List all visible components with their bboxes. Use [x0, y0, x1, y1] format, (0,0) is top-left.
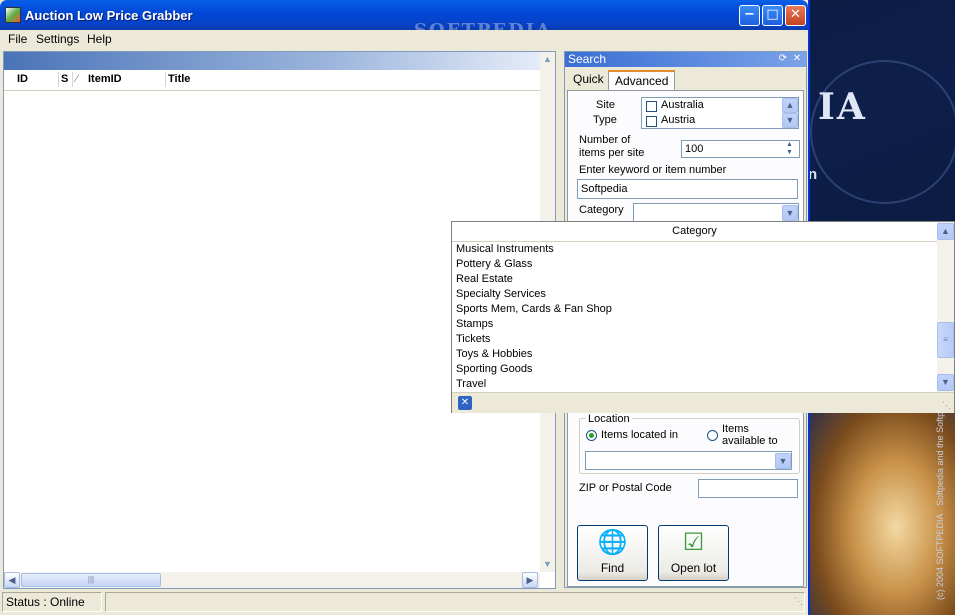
globe-search-icon: 🌐 — [597, 529, 628, 556]
pane-close-icon[interactable]: ✕ — [791, 53, 803, 65]
category-option[interactable]: Toys & Hobbies — [456, 347, 532, 362]
maximize-button[interactable]: □ — [762, 5, 783, 26]
site-austria-label: Austria — [661, 114, 696, 126]
find-button-label: Find — [600, 561, 625, 575]
zip-input[interactable] — [698, 479, 798, 498]
site-scroll-down-icon[interactable]: ▼ — [782, 113, 798, 128]
location-dropdown[interactable]: ▼ — [585, 451, 792, 470]
location-label: Location — [586, 413, 632, 425]
category-option[interactable]: Tickets — [456, 332, 490, 347]
checklist-icon: ☑ — [682, 529, 705, 556]
menu-file[interactable]: File — [8, 32, 27, 46]
category-option[interactable]: Musical Instruments — [456, 242, 554, 257]
scroll-right-icon[interactable]: ▶ — [522, 572, 538, 588]
category-popup-scrollbar[interactable]: ▲ ≡ ▼ — [937, 222, 954, 392]
list-column-header: ID S ⁄ ItemID Title — [4, 70, 540, 91]
search-pane-header: Search ⟳ ✕ — [565, 52, 806, 67]
type-label: Type — [593, 114, 617, 126]
list-header-band — [4, 52, 540, 70]
category-popup: Category Musical Instruments Pottery & Gl… — [451, 221, 955, 413]
scroll-left-icon[interactable]: ◀ — [4, 572, 20, 588]
category-dropdown[interactable]: ▼ — [633, 203, 799, 223]
column-title[interactable]: Title — [168, 73, 190, 85]
title-bar[interactable]: Auction Low Price Grabber SOFTPEDIA − □ … — [0, 0, 808, 41]
open-lot-button-label: Open lot — [670, 561, 717, 575]
column-divider[interactable] — [58, 72, 59, 87]
tab-advanced[interactable]: Advanced — [608, 70, 676, 90]
category-popup-footer: ✕ ⋱ — [452, 392, 954, 413]
site-list[interactable]: Australia Austria ▲ ▼ — [641, 97, 799, 129]
site-checkbox-australia[interactable] — [646, 101, 657, 112]
keyword-label: Enter keyword or item number — [579, 164, 727, 176]
category-option[interactable]: Real Estate — [456, 272, 513, 287]
background-brand-text: IA — [818, 86, 867, 128]
column-s[interactable]: S — [61, 73, 68, 85]
popup-resize-grip-icon[interactable]: ⋱ — [942, 400, 951, 411]
column-itemid[interactable]: ItemID — [88, 73, 122, 85]
sort-arrow-icon: ⁄ — [76, 73, 78, 85]
column-divider[interactable] — [72, 72, 73, 87]
category-option[interactable]: Travel — [456, 377, 486, 392]
open-lot-button[interactable]: ☑ Open lot — [658, 525, 729, 581]
status-panel — [105, 592, 805, 612]
horizontal-scroll-thumb[interactable]: ||| — [21, 573, 161, 587]
radio-items-located-in-label: Items located in — [601, 429, 679, 441]
category-option[interactable]: Pottery & Glass — [456, 257, 532, 272]
site-label: Site — [596, 99, 615, 111]
site-checkbox-austria[interactable] — [646, 116, 657, 127]
app-icon — [5, 7, 21, 23]
location-chevron-down-icon[interactable]: ▼ — [775, 453, 791, 469]
category-label: Category — [579, 204, 624, 216]
background-photo — [808, 395, 955, 615]
zip-label: ZIP or Postal Code — [579, 482, 672, 494]
list-horizontal-scrollbar[interactable]: ◀ ||| ▶ — [4, 572, 540, 588]
radio-items-available-label-1: Items — [722, 423, 749, 435]
items-per-site-label-2: items per site — [579, 147, 645, 159]
scroll-down-icon[interactable]: ▼ — [540, 557, 555, 572]
column-id[interactable]: ID — [17, 73, 28, 85]
scroll-up-icon[interactable]: ▲ — [540, 52, 555, 67]
status-bar: Status : Online ⋱ — [0, 590, 808, 614]
spinner-arrows-icon[interactable]: ▲ ▼ — [786, 141, 793, 157]
site-australia-label: Australia — [661, 99, 704, 111]
category-option[interactable]: Sports Mem, Cards & Fan Shop — [456, 302, 612, 317]
category-option[interactable]: Specialty Services — [456, 287, 546, 302]
site-scroll-up-icon[interactable]: ▲ — [782, 98, 798, 113]
pin-icon[interactable]: ⟳ — [777, 53, 789, 65]
radio-items-available-to[interactable] — [707, 430, 718, 441]
category-chevron-down-icon[interactable]: ▼ — [782, 205, 798, 221]
keyword-value: Softpedia — [581, 183, 628, 195]
popup-scroll-up-icon[interactable]: ▲ — [937, 223, 954, 240]
search-pane-title: Search — [568, 52, 607, 66]
menu-help[interactable]: Help — [87, 32, 112, 46]
items-per-site-input[interactable]: 100 ▲ ▼ — [681, 140, 800, 158]
items-per-site-value: 100 — [685, 143, 704, 155]
resize-grip-icon[interactable]: ⋱ — [794, 596, 803, 607]
find-button[interactable]: 🌐 Find — [577, 525, 648, 581]
status-text: Status : Online — [2, 592, 102, 612]
radio-items-located-in[interactable] — [586, 430, 597, 441]
radio-items-available-label-2: available to — [722, 435, 778, 447]
items-per-site-label-1: Number of — [579, 134, 631, 146]
close-button[interactable]: ✕ — [785, 5, 806, 26]
category-option[interactable]: Stamps — [456, 317, 493, 332]
film-reel-graphic — [810, 60, 955, 204]
column-divider[interactable] — [165, 72, 166, 87]
popup-close-icon[interactable]: ✕ — [458, 396, 472, 410]
popup-scroll-thumb[interactable]: ≡ — [937, 322, 954, 358]
tab-quick[interactable]: Quick — [567, 70, 610, 90]
popup-scroll-down-icon[interactable]: ▼ — [937, 374, 954, 391]
category-option[interactable]: Sporting Goods — [456, 362, 532, 377]
category-popup-header: Category — [452, 222, 937, 242]
menu-settings[interactable]: Settings — [36, 32, 79, 46]
minimize-button[interactable]: − — [739, 5, 760, 26]
menu-bar: File Settings Help — [0, 30, 808, 49]
window-title: Auction Low Price Grabber — [25, 8, 193, 23]
background-copyright: (c) 2004 SOFTPEDIA · Softpedia and the S… — [935, 394, 945, 600]
keyword-input[interactable]: Softpedia — [577, 179, 798, 199]
